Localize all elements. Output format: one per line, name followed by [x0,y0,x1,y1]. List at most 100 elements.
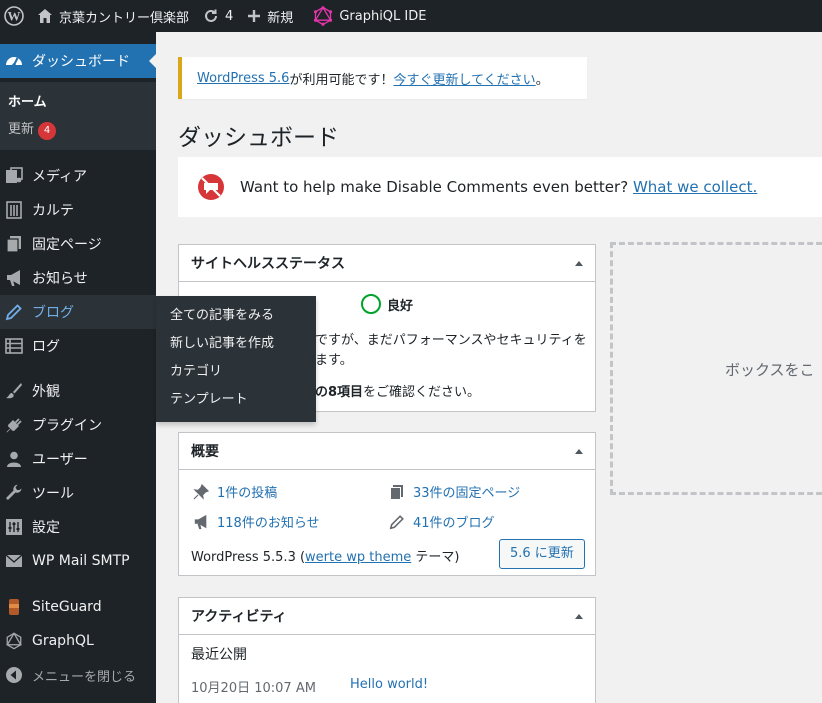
collapse-menu-label: メニューを閉じる [32,669,137,685]
glance-posts: 1件の投稿 [193,482,277,501]
pages-count-link[interactable]: 33件の固定ページ [413,482,520,501]
flyout-categories[interactable]: カテゴリ [156,360,316,388]
graphiql-ide-link[interactable]: GraphiQL IDE [306,0,433,32]
plus-icon [247,9,267,23]
activity-header[interactable]: アクティビティ [179,598,595,635]
menu-tools[interactable]: ツール [0,476,156,510]
menu-pages-label: 固定ページ [32,237,102,253]
health-desc-line3: の8項目をご確認ください。 [315,381,480,400]
menu-plugins[interactable]: プラグイン [0,408,156,442]
menu-dashboard[interactable]: ダッシュボード [0,44,156,78]
update-notice-text: が利用可能です！ [289,72,394,88]
wordpress-version-link[interactable]: WordPress 5.6 [197,71,289,86]
menu-graphql-label: GraphQL [32,633,94,649]
activity-date: 10月20日 10:07 AM [191,681,316,696]
theme-link[interactable]: werte wp theme [305,550,411,565]
building-icon [5,201,32,219]
wrench-icon [5,484,32,502]
flyout-templates[interactable]: テンプレート [156,388,316,416]
health-desc-line2: ます。 [315,353,353,368]
menu-media-label: メディア [32,169,88,185]
menu-pages[interactable]: 固定ページ [0,227,156,261]
menu-appearance[interactable]: 外観 [0,374,156,408]
site-name-link[interactable]: 京葉カントリー倶楽部 [30,0,196,32]
brush-icon [5,382,32,400]
update-now-link[interactable]: 今すぐ更新してください [393,69,535,88]
glance-news: 118件のお知らせ [193,512,320,531]
health-status: 良好 [387,299,414,314]
menu-log[interactable]: ログ [0,329,156,363]
at-a-glance-widget: 概要 1件の投稿 33件の固定ページ 118件のお知らせ 41件のブログ Wor… [178,432,596,576]
news-count-link[interactable]: 118件のお知らせ [217,512,320,531]
mail-icon [5,552,32,570]
site-health-header[interactable]: サイトヘルスステータス [179,245,595,282]
menu-settings[interactable]: 設定 [0,510,156,544]
graphql-icon [313,6,339,26]
wordpress-logo-icon[interactable]: W [0,0,30,32]
blog-pencil-icon [389,514,413,530]
submenu-updates[interactable]: 更新 4 [8,118,57,140]
glance-pages: 33件の固定ページ [389,482,520,501]
posts-count-link[interactable]: 1件の投稿 [217,482,277,501]
menu-plugins-label: プラグイン [32,418,102,434]
empty-widget-dropzone[interactable]: ボックスをこ [610,242,822,495]
menu-users[interactable]: ユーザー [0,442,156,476]
dashboard-submenu: ホーム 更新 4 [0,82,156,150]
pin-icon [193,483,217,500]
collapse-toggle-icon[interactable] [575,613,583,619]
update-wordpress-button[interactable]: 5.6 に更新 [499,539,585,569]
flyout-new-post[interactable]: 新しい記事を作成 [156,332,316,360]
menu-appearance-label: 外観 [32,384,60,400]
flyout-all-posts[interactable]: 全ての記事をみる [156,304,316,332]
page-title: ダッシュボード [178,125,339,151]
megaphone-icon [5,269,32,287]
refresh-icon [203,8,225,24]
wordpress-version-info: WordPress 5.5.3 (werte wp theme テーマ) [191,546,459,565]
siteguard-icon [5,598,32,616]
graphql-menu-icon [5,632,32,650]
at-a-glance-header[interactable]: 概要 [179,433,595,470]
menu-siteguard[interactable]: SiteGuard [0,590,156,624]
dashboard-icon [5,52,32,70]
menu-news-label: お知らせ [32,271,88,287]
menu-karte[interactable]: カルテ [0,193,156,227]
collapse-toggle-icon[interactable] [575,448,583,454]
media-icon [5,167,32,185]
menu-news[interactable]: お知らせ [0,261,156,295]
updates-count: 4 [225,8,234,24]
menu-settings-label: 設定 [32,520,60,536]
menu-siteguard-label: SiteGuard [32,599,102,615]
activity-widget: アクティビティ 最近公開 10月20日 10:07 AM Hello world… [178,597,596,703]
wp-version-prefix: WordPress 5.5.3 ( [191,550,306,565]
what-we-collect-link[interactable]: What we collect. [633,178,757,196]
menu-blog-label: ブログ [32,305,74,321]
admin-sidebar: ダッシュボード ホーム 更新 4 メディア カルテ 固定ページ お知らせ ブログ … [0,32,156,703]
admin-bar: W 京葉カントリー倶楽部 4 新規 GraphiQL IDE [0,0,822,32]
health-items-count[interactable]: の8項目 [315,385,363,400]
menu-tools-label: ツール [32,486,74,502]
hello-world-link[interactable]: Hello world! [350,677,428,692]
recently-published-heading: 最近公開 [191,647,247,663]
collapse-toggle-icon[interactable] [575,260,583,266]
updates-badge: 4 [38,122,57,140]
menu-wp-mail-smtp-label: WP Mail SMTP [32,553,130,569]
collapse-icon [5,666,32,684]
blogs-count-link[interactable]: 41件のブログ [413,512,495,531]
news-megaphone-icon [193,514,217,530]
settings-icon [5,518,32,536]
menu-graphql[interactable]: GraphQL [0,624,156,658]
menu-media[interactable]: メディア [0,159,156,193]
disable-comments-logo-icon [196,172,240,202]
blog-flyout-menu: 全ての記事をみる 新しい記事を作成 カテゴリ テンプレート [156,296,316,422]
list-icon [5,337,32,355]
collapse-menu-button[interactable]: メニューを閉じる [0,658,156,692]
new-label: 新規 [267,10,294,26]
user-icon [5,450,32,468]
disable-comments-notice: Want to help make Disable Comments even … [178,157,822,217]
new-content-link[interactable]: 新規 [240,0,300,32]
submenu-updates-label: 更新 [8,122,35,137]
menu-blog[interactable]: ブログ [0,295,156,329]
menu-wp-mail-smtp[interactable]: WP Mail SMTP [0,544,156,578]
updates-link[interactable]: 4 [196,0,240,32]
submenu-home[interactable]: ホーム [8,91,47,110]
